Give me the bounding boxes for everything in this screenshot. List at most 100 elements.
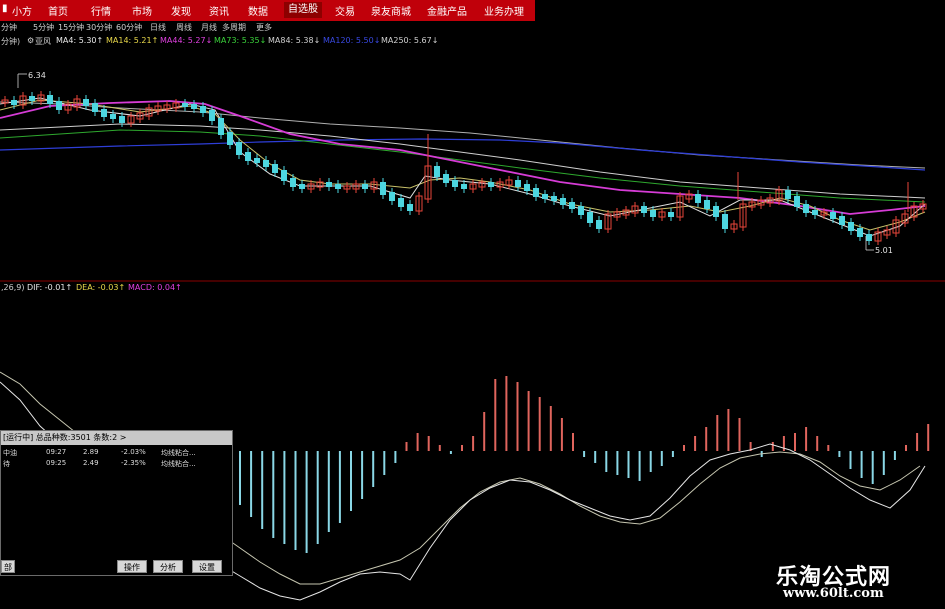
candle-down (803, 204, 809, 213)
candle-down (56, 101, 62, 110)
gear-icon[interactable]: ⚙ (27, 36, 34, 45)
ma120-label: MA120: 5.50↓ (323, 36, 381, 45)
stock-name: 亚风 (35, 37, 51, 46)
candle-down (596, 220, 602, 229)
candle-down (452, 180, 458, 187)
candle-down (722, 214, 728, 229)
candle-down (227, 132, 233, 145)
menu-quotes[interactable]: 行情 (91, 3, 111, 18)
candle-down (551, 196, 557, 201)
candle-down (785, 190, 791, 199)
candle-down (29, 96, 35, 101)
ma73-label: MA73: 5.35↓ (214, 36, 267, 45)
panel-header[interactable]: [运行中] 总品种数:3501 条数:2 > (1, 431, 232, 445)
row-time: 09:25 (46, 459, 67, 467)
candle-down (380, 182, 386, 195)
candle-down (281, 170, 287, 181)
candle-down (110, 114, 116, 119)
candle-down (488, 182, 494, 187)
menu-home[interactable]: 首页 (48, 3, 68, 18)
candle-down (839, 216, 845, 225)
candle-down (200, 106, 206, 113)
list-item[interactable]: 待 09:25 2.49 -2.35% 均线粘合... (1, 459, 232, 470)
candle-down (254, 158, 260, 163)
menu-trade[interactable]: 交易 (335, 3, 355, 18)
candle-down (695, 194, 701, 203)
watermark-url: www.60lt.com (783, 586, 884, 601)
operate-button[interactable]: 操作 (117, 560, 147, 573)
menu-market[interactable]: 市场 (132, 3, 152, 18)
candle-down (299, 184, 305, 189)
candle-down (209, 110, 215, 121)
logo-icon: ▮ (2, 3, 8, 14)
candle-down (335, 184, 341, 189)
candle-down (434, 166, 440, 177)
candle-down (542, 194, 548, 199)
ma120-line (0, 138, 926, 171)
row-price: 2.49 (83, 459, 99, 467)
dif-label: DIF: -0.01↑ (27, 283, 73, 292)
candle-down (245, 152, 251, 161)
candle-down (461, 184, 467, 189)
tab-weekly[interactable]: 周线 (176, 22, 192, 33)
candle-down (407, 204, 413, 211)
menu-watchlist[interactable]: 自选股 (284, 2, 322, 18)
menu-mall[interactable]: 泉友商城 (371, 3, 411, 18)
menu-data[interactable]: 数据 (248, 3, 268, 18)
ma250-label: MA250: 5.67↓ (381, 36, 439, 45)
row-name: 待 (3, 460, 10, 468)
candle-down (641, 206, 647, 213)
candle-down (191, 104, 197, 109)
analyze-button[interactable]: 分析 (153, 560, 183, 573)
tab-daily[interactable]: 日线 (150, 22, 166, 33)
candle-down (578, 206, 584, 215)
settings-button[interactable]: 设置 (192, 560, 222, 573)
tab-60min[interactable]: 60分钟 (116, 22, 142, 33)
tab-multi-period[interactable]: 多周期 (222, 22, 246, 33)
row-desc: 均线粘合... (161, 449, 196, 457)
tab-monthly[interactable]: 月线 (201, 22, 217, 33)
menu-business[interactable]: 业务办理 (484, 3, 524, 18)
candle-down (560, 198, 566, 205)
candle-down (83, 99, 89, 106)
candle-down (182, 103, 188, 107)
row-time: 09:27 (46, 448, 67, 456)
tab-30min[interactable]: 30分钟 (86, 22, 112, 33)
candle-down (668, 212, 674, 217)
app-logo[interactable]: 小方 (12, 3, 32, 18)
menu-finance-products[interactable]: 金融产品 (427, 3, 467, 18)
menu-discover[interactable]: 发现 (171, 3, 191, 18)
ma44-label: MA44: 5.27↓ (160, 36, 213, 45)
candle-down (830, 212, 836, 219)
candle-down (236, 142, 242, 155)
row-price: 2.89 (83, 448, 99, 456)
candle-down (794, 196, 800, 207)
tab-15min[interactable]: 15分钟 (58, 22, 84, 33)
ma84-label: MA84: 5.38↓ (268, 36, 321, 45)
ma14-label: MA14: 5.21↑ (106, 36, 159, 45)
candle-down (272, 164, 278, 173)
candle-down (290, 178, 296, 187)
candle-down (533, 188, 539, 197)
candle-down (218, 118, 224, 135)
menu-news[interactable]: 资讯 (209, 3, 229, 18)
tab-more[interactable]: 更多 (256, 22, 272, 33)
list-item[interactable]: 中油 09:27 2.89 -2.03% 均线粘合... (1, 448, 232, 459)
candle-down (866, 234, 872, 241)
candle-down (713, 206, 719, 217)
candle-down (515, 180, 521, 187)
candle-down (443, 174, 449, 183)
candle-down (101, 109, 107, 117)
tab-minute[interactable]: 分钟 (1, 22, 17, 33)
candle-down (362, 184, 368, 189)
dea-label: DEA: -0.03↑ (76, 283, 126, 292)
candle-down (569, 202, 575, 209)
candle-down (389, 192, 395, 201)
candle-down (848, 222, 854, 231)
candle-down (650, 210, 656, 217)
candle-down (524, 184, 530, 191)
candle-down (587, 212, 593, 223)
panel-left-button[interactable]: 部 (1, 560, 15, 573)
tab-5min[interactable]: 5分钟 (33, 22, 54, 33)
ma4-label: MA4: 5.30↑ (56, 36, 104, 45)
